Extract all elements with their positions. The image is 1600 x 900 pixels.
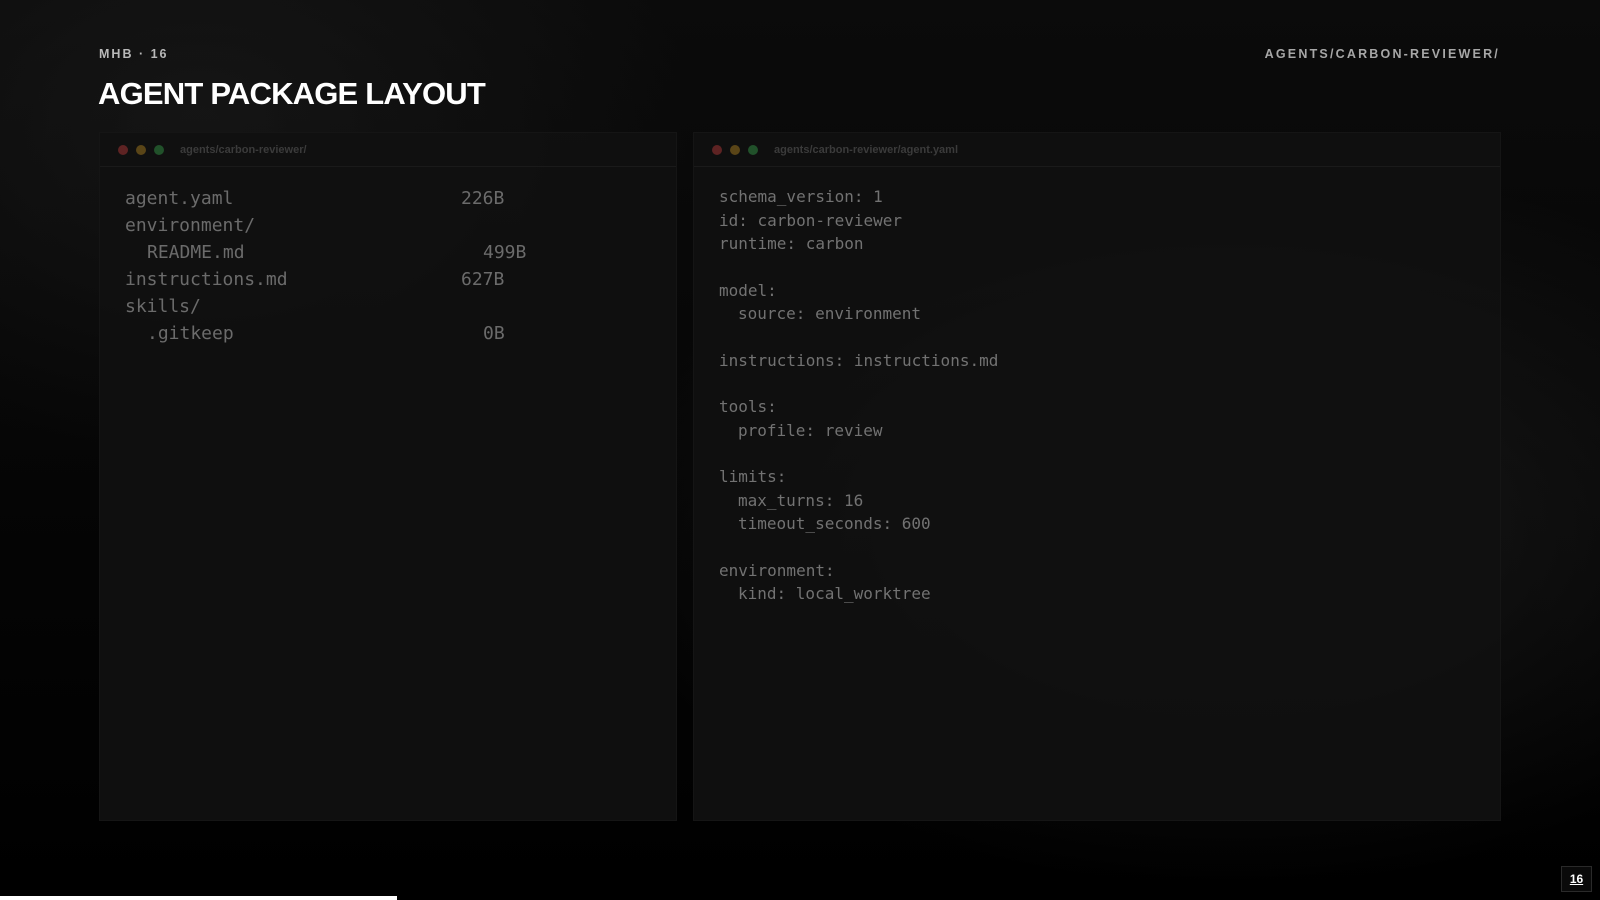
maximize-dot-icon [748, 144, 758, 155]
code-line: id: carbon-reviewer [719, 210, 903, 230]
file-name: skills/ [125, 296, 201, 317]
code-line: tools: [719, 397, 777, 416]
code-line: environment: [719, 560, 835, 580]
file-tree-row[interactable]: skills/ [125, 293, 656, 320]
code-line: schema_version: 1 [719, 187, 883, 206]
code-line: runtime: carbon [719, 234, 864, 253]
file-tree-row[interactable]: instructions.md 627B [125, 266, 656, 293]
minimize-dot-icon [730, 144, 740, 155]
close-dot-icon [712, 144, 722, 155]
yaml-code-block: schema_version: 1 id: carbon-reviewer runt… [719, 185, 1480, 606]
window-title: agents/carbon-reviewer/ [180, 143, 307, 156]
code-line: limits: [719, 467, 787, 486]
file-name: instructions.md [125, 269, 288, 290]
file-tree-row[interactable]: README.md 499B [125, 239, 656, 266]
file-name: README.md [147, 242, 245, 263]
file-name: environment/ [125, 215, 256, 236]
file-tree-window: agents/carbon-reviewer/ agent.yaml 226B en… [99, 132, 677, 821]
slide-progress-bar [0, 896, 397, 900]
section-path-label: AGENTS/CARBON-REVIEWER/ [1264, 47, 1500, 61]
file-size: 627B [461, 269, 505, 290]
file-size: 0B [483, 323, 505, 344]
code-line: instructions: instructions.md [719, 350, 999, 370]
yaml-file-window: agents/carbon-reviewer/agent.yaml schema… [693, 132, 1501, 821]
code-line: profile: review [738, 420, 883, 440]
file-size: 499B [483, 242, 527, 263]
file-tree-row[interactable]: .gitkeep 0B [125, 320, 656, 347]
file-tree-row[interactable]: agent.yaml 226B [125, 185, 656, 212]
close-dot-icon [118, 144, 128, 155]
maximize-dot-icon [154, 144, 164, 155]
page-title: AGENT PACKAGE LAYOUT [98, 76, 486, 111]
page-number: 16 [1569, 872, 1584, 886]
window-titlebar: agents/carbon-reviewer/agent.yaml [694, 133, 1500, 167]
code-line: model: [719, 280, 777, 300]
code-line: timeout_seconds: 600 [738, 514, 931, 533]
file-size: 226B [461, 188, 505, 209]
slide: MHB · 16 AGENTS/CARBON-REVIEWER/ AGENT P… [0, 0, 1600, 900]
window-titlebar: agents/carbon-reviewer/ [100, 133, 676, 167]
minimize-dot-icon [136, 144, 146, 155]
code-line: max_turns: 16 [738, 490, 864, 510]
window-title: agents/carbon-reviewer/agent.yaml [774, 143, 959, 156]
file-name: agent.yaml [125, 188, 234, 209]
page-number-button[interactable]: 16 [1561, 866, 1592, 892]
slide-eyebrow: MHB · 16 [99, 47, 169, 61]
code-line: kind: local_worktree [738, 584, 931, 603]
file-tree: agent.yaml 226B environment/README.md 499B i… [125, 185, 656, 347]
file-tree-row[interactable]: environment/ [125, 212, 656, 239]
code-line: source: environment [738, 304, 922, 323]
file-name: .gitkeep [147, 323, 234, 344]
